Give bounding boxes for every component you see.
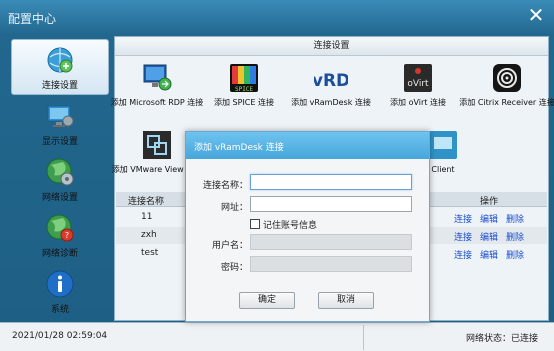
tile-label: 添加 SPICE 连接 [214, 98, 274, 107]
citrix-icon [493, 64, 521, 92]
sidebar: 连接设置 显示设置 网络设置 ? 网络诊断 系统 [8, 36, 110, 318]
edit-link[interactable]: 编辑 [480, 212, 498, 225]
edit-link[interactable]: 编辑 [480, 230, 498, 243]
svg-text:?: ? [65, 231, 69, 240]
username-label: 用户名： [211, 241, 248, 251]
connection-name-label: 连接名称： [202, 181, 248, 191]
sidebar-item-label: 网络设置 [41, 193, 78, 203]
rdp-icon [143, 64, 172, 91]
connection-name: test [141, 248, 159, 258]
connect-link[interactable]: 连接 [454, 212, 472, 225]
sidebar-item-label: 网络诊断 [41, 249, 78, 259]
edit-link[interactable]: 编辑 [480, 248, 498, 261]
address-label: 网址： [220, 203, 248, 213]
section-title: 连接设置 [115, 37, 548, 56]
close-icon[interactable]: ✕ [526, 5, 546, 25]
status-bar: 2021/01/28 02:59:04 网络状态：已连接 [0, 322, 554, 351]
datetime-display: 2021/01/28 02:59:04 [12, 331, 108, 341]
vrd-icon: vRD [314, 71, 348, 91]
info-icon [46, 270, 74, 298]
password-label: 密码： [220, 263, 248, 273]
tile-label: 添加 Microsoft RDP 连接 [110, 98, 204, 107]
status-divider [363, 325, 364, 350]
client-icon [429, 131, 457, 159]
remember-account-label: 记住账号信息 [263, 221, 318, 231]
sidebar-item-system[interactable]: 系统 [11, 263, 109, 319]
add-spice-tile[interactable]: SPICE 添加 SPICE 连接 [196, 61, 292, 108]
remember-account-checkbox[interactable] [250, 219, 260, 229]
delete-link[interactable]: 删除 [506, 248, 524, 261]
add-citrix-tile[interactable]: 添加 Citrix Receiver 连接 [459, 61, 554, 108]
connection-name: 11 [141, 212, 153, 222]
network-status: 网络状态：已连接 [465, 334, 538, 344]
username-input[interactable] [250, 234, 412, 250]
sidebar-item-connection-settings[interactable]: 连接设置 [11, 39, 109, 95]
sidebar-item-label: 系统 [50, 305, 69, 315]
connect-link[interactable]: 连接 [454, 230, 472, 243]
vmware-icon [143, 131, 171, 159]
sidebar-item-label: 连接设置 [41, 81, 78, 91]
dialog-title: 添加 vRamDesk 连接 [194, 143, 284, 153]
tile-label: 添加 Citrix Receiver 连接 [459, 98, 554, 107]
dialog-title-bar: 添加 vRamDesk 连接 [186, 132, 429, 159]
tile-label: 添加 vRamDesk 连接 [291, 98, 371, 107]
add-vramdesk-tile[interactable]: vRD 添加 vRamDesk 连接 [283, 61, 379, 108]
connect-link[interactable]: 连接 [454, 248, 472, 261]
network-globe-icon [46, 158, 74, 186]
column-header-operations: 操作 [480, 197, 499, 207]
title-bar: 配置中心 ✕ [0, 0, 554, 34]
monitor-settings-icon [47, 105, 74, 127]
add-ovirt-tile[interactable]: oVirt 添加 oVirt 连接 [370, 61, 466, 108]
svg-text:oVirt: oVirt [407, 79, 429, 89]
tile-label: 添加 oVirt 连接 [390, 98, 446, 107]
delete-link[interactable]: 删除 [506, 212, 524, 225]
ovirt-icon: oVirt [404, 64, 432, 92]
column-header-name: 连接名称 [128, 197, 165, 207]
svg-text:vRD: vRD [314, 71, 348, 91]
sidebar-item-network-settings[interactable]: 网络设置 [11, 151, 109, 207]
sidebar-item-display-settings[interactable]: 显示设置 [11, 95, 109, 151]
globe-connection-icon [47, 47, 73, 73]
cancel-button[interactable]: 取消 [318, 292, 374, 309]
confirm-button[interactable]: 确定 [239, 292, 295, 309]
connection-name-input[interactable] [250, 174, 412, 190]
sidebar-item-label: 显示设置 [41, 137, 78, 147]
add-vramdesk-dialog: 添加 vRamDesk 连接 连接名称： 网址： 记住账号信息 用户名： 密码：… [185, 131, 430, 322]
sidebar-item-network-diagnosis[interactable]: ? 网络诊断 [11, 207, 109, 263]
password-input[interactable] [250, 256, 412, 272]
window-title: 配置中心 [8, 12, 57, 26]
delete-link[interactable]: 删除 [506, 230, 524, 243]
config-window: 配置中心 ✕ 连接设置 显示设置 网络设置 ? 网络诊断 系统 连接设置 添加 … [0, 0, 554, 351]
svg-text:SPICE: SPICE [235, 86, 253, 93]
spice-icon: SPICE [230, 64, 258, 93]
add-rdp-tile[interactable]: 添加 Microsoft RDP 连接 [109, 61, 205, 108]
connection-name: zxh [141, 230, 157, 240]
address-input[interactable] [250, 196, 412, 212]
network-diagnosis-icon: ? [46, 214, 74, 242]
